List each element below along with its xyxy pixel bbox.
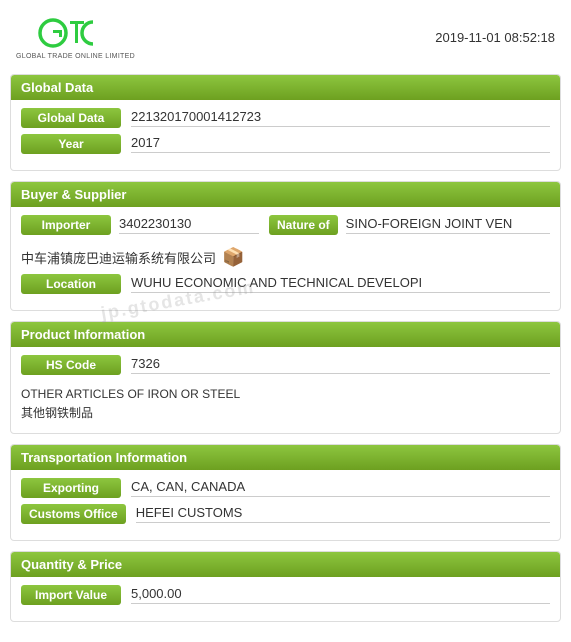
company-name: 中车浦镇庞巴迪运输系统有限公司 (21, 248, 216, 267)
import-value-label: Import Value (21, 585, 121, 605)
customs-value: HEFEI CUSTOMS (136, 505, 550, 523)
import-value-value: 5,000.00 (131, 586, 550, 604)
year-row: Year 2017 (21, 134, 550, 154)
timestamp: 2019-11-01 08:52:18 (435, 30, 555, 45)
logo-icon (35, 14, 115, 52)
page-wrapper: GLOBAL TRADE ONLINE LIMITED 2019-11-01 0… (0, 0, 571, 642)
global-data-label: Global Data (21, 108, 121, 128)
global-data-card: Global Data Global Data 2213201700014127… (10, 74, 561, 171)
hs-code-label: HS Code (21, 355, 121, 375)
exporting-value: CA, CAN, CANADA (131, 479, 550, 497)
importer-label: Importer (21, 215, 111, 235)
location-row: Location WUHU ECONOMIC AND TECHNICAL DEV… (21, 274, 550, 294)
location-label: Location (21, 274, 121, 294)
location-value: WUHU ECONOMIC AND TECHNICAL DEVELOPI (131, 275, 550, 293)
product-card: Product Information HS Code 7326 OTHER A… (10, 321, 561, 434)
global-data-row: Global Data 221320170001412723 (21, 108, 550, 128)
product-desc-cn: 其他钢铁制品 (21, 404, 550, 423)
quantity-price-card: Quantity & Price Import Value 5,000.00 (10, 551, 561, 622)
exporting-label: Exporting (21, 478, 121, 498)
transport-card: Transportation Information Exporting CA,… (10, 444, 561, 541)
quantity-price-body: Import Value 5,000.00 (11, 585, 560, 605)
hs-code-value: 7326 (131, 356, 550, 374)
package-icon: 📦 (222, 247, 244, 268)
location-area: Location WUHU ECONOMIC AND TECHNICAL DEV… (11, 274, 560, 294)
transport-body: Exporting CA, CAN, CANADA Customs Office… (11, 478, 560, 524)
customs-row: Customs Office HEFEI CUSTOMS (21, 504, 550, 524)
global-data-body: Global Data 221320170001412723 Year 2017 (11, 108, 560, 154)
importer-value: 3402230130 (119, 216, 259, 234)
logo-container: GLOBAL TRADE ONLINE LIMITED (16, 14, 135, 60)
hs-code-row: HS Code 7326 (21, 355, 550, 375)
buyer-supplier-body: Importer 3402230130 Nature of SINO-FOREI… (11, 215, 560, 235)
quantity-price-header: Quantity & Price (11, 552, 560, 577)
year-value: 2017 (131, 135, 550, 153)
product-desc-en: OTHER ARTICLES OF IRON OR STEEL (21, 385, 550, 404)
year-label: Year (21, 134, 121, 154)
header: GLOBAL TRADE ONLINE LIMITED 2019-11-01 0… (10, 10, 561, 64)
product-header: Product Information (11, 322, 560, 347)
nature-of-label: Nature of (269, 215, 338, 235)
buyer-supplier-header: Buyer & Supplier (11, 182, 560, 207)
import-value-row: Import Value 5,000.00 (21, 585, 550, 605)
global-data-value: 221320170001412723 (131, 109, 550, 127)
importer-row: Importer 3402230130 Nature of SINO-FOREI… (21, 215, 550, 235)
customs-label: Customs Office (21, 504, 126, 524)
nature-of-value: SINO-FOREIGN JOINT VEN (346, 216, 550, 234)
transport-header: Transportation Information (11, 445, 560, 470)
product-description: OTHER ARTICLES OF IRON OR STEEL 其他钢铁制品 (11, 381, 560, 423)
buyer-supplier-card: Buyer & Supplier Importer 3402230130 Nat… (10, 181, 561, 311)
company-area: 中车浦镇庞巴迪运输系统有限公司 📦 (11, 241, 560, 274)
global-data-header: Global Data (11, 75, 560, 100)
product-body: HS Code 7326 (11, 355, 560, 375)
exporting-row: Exporting CA, CAN, CANADA (21, 478, 550, 498)
logo-tagline: GLOBAL TRADE ONLINE LIMITED (16, 53, 135, 60)
